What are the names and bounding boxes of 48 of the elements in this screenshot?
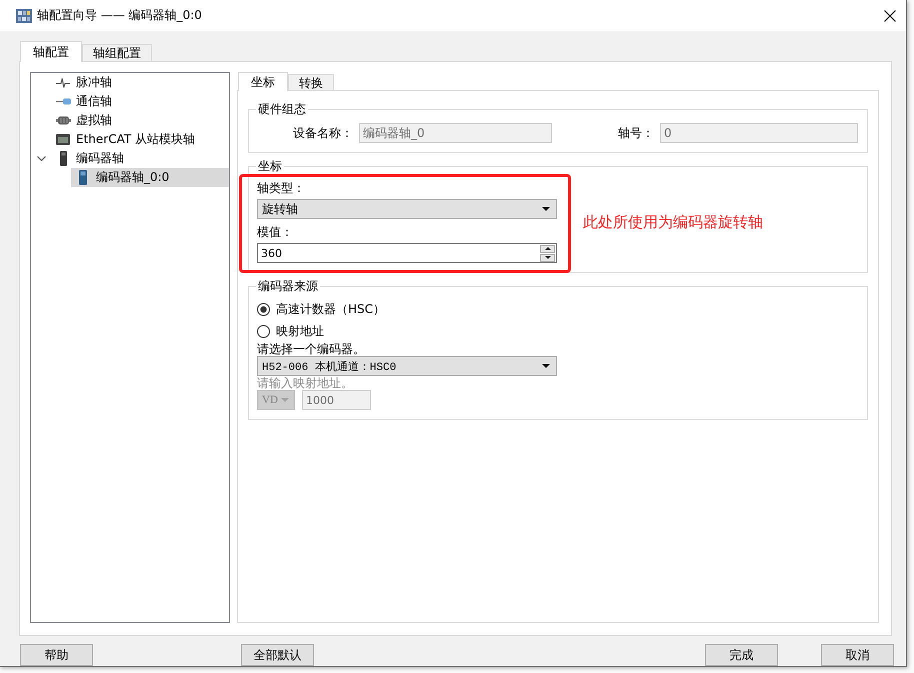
tab[interactable]: 轴组配置 [82, 44, 152, 61]
device-icon [60, 151, 66, 166]
radio-option[interactable]: 映射地址 [257, 320, 324, 342]
tree-item[interactable]: 脉冲轴 [51, 73, 229, 92]
tab[interactable]: 轴配置 [20, 41, 82, 62]
app-icon [16, 8, 32, 22]
caret-up-icon [544, 247, 550, 250]
spin-down-button[interactable] [540, 254, 555, 262]
radio-icon[interactable] [257, 302, 270, 316]
caret-down-icon [544, 256, 550, 259]
dialog-button[interactable]: 完成 [705, 644, 778, 666]
number-field[interactable]: 360 [257, 243, 557, 263]
group-title: 编码器来源 [257, 279, 319, 293]
dialog-button[interactable]: 全部默认 [241, 644, 314, 666]
caret-down-icon [281, 398, 289, 402]
device-icon [79, 170, 87, 185]
group-title: 硬件组态 [257, 102, 307, 116]
window-title: 轴配置向导 —— 编码器轴_0:0 [37, 7, 203, 24]
encoder-select[interactable]: H52-006 本机通道：HSC0 [257, 356, 557, 376]
dialog-button[interactable]: 帮助 [20, 644, 93, 666]
tree-item[interactable]: 编码器轴 [51, 149, 229, 168]
module-icon [56, 134, 70, 145]
caret-down-icon [542, 207, 550, 211]
connector-icon [56, 98, 70, 105]
tree-item[interactable]: 通信轴 [51, 92, 229, 111]
tab[interactable]: 转换 [288, 74, 334, 90]
dialog-button[interactable]: 取消 [821, 644, 894, 666]
tree-item[interactable]: 编码器轴_0:0 [71, 168, 229, 187]
field-label: 轴类型： [257, 181, 305, 195]
group-title: 坐标 [257, 159, 283, 173]
motor-icon [56, 116, 70, 125]
field-label: 设备名称： [293, 124, 353, 142]
chevron-down-icon[interactable] [36, 156, 46, 161]
field-label: 轴号： [618, 124, 654, 142]
pulse-icon [56, 78, 70, 88]
tree-item[interactable]: 虚拟轴 [51, 111, 229, 130]
radio-icon[interactable] [257, 324, 270, 338]
field-label: 模值： [257, 225, 293, 239]
axis-type-select[interactable]: 旋转轴 [257, 199, 557, 219]
tree-item[interactable]: EtherCAT 从站模块轴 [51, 130, 229, 149]
annotation-text: 此处所使用为编码器旋转轴 [583, 212, 763, 232]
caret-down-icon [542, 364, 550, 368]
close-icon[interactable] [884, 10, 896, 22]
field-label: 请选择一个编码器。 [257, 342, 365, 356]
tab[interactable]: 坐标 [238, 72, 288, 91]
field-label: 请输入映射地址。 [257, 376, 353, 390]
spin-up-button[interactable] [540, 244, 555, 252]
radio-option[interactable]: 高速计数器（HSC） [257, 298, 386, 320]
